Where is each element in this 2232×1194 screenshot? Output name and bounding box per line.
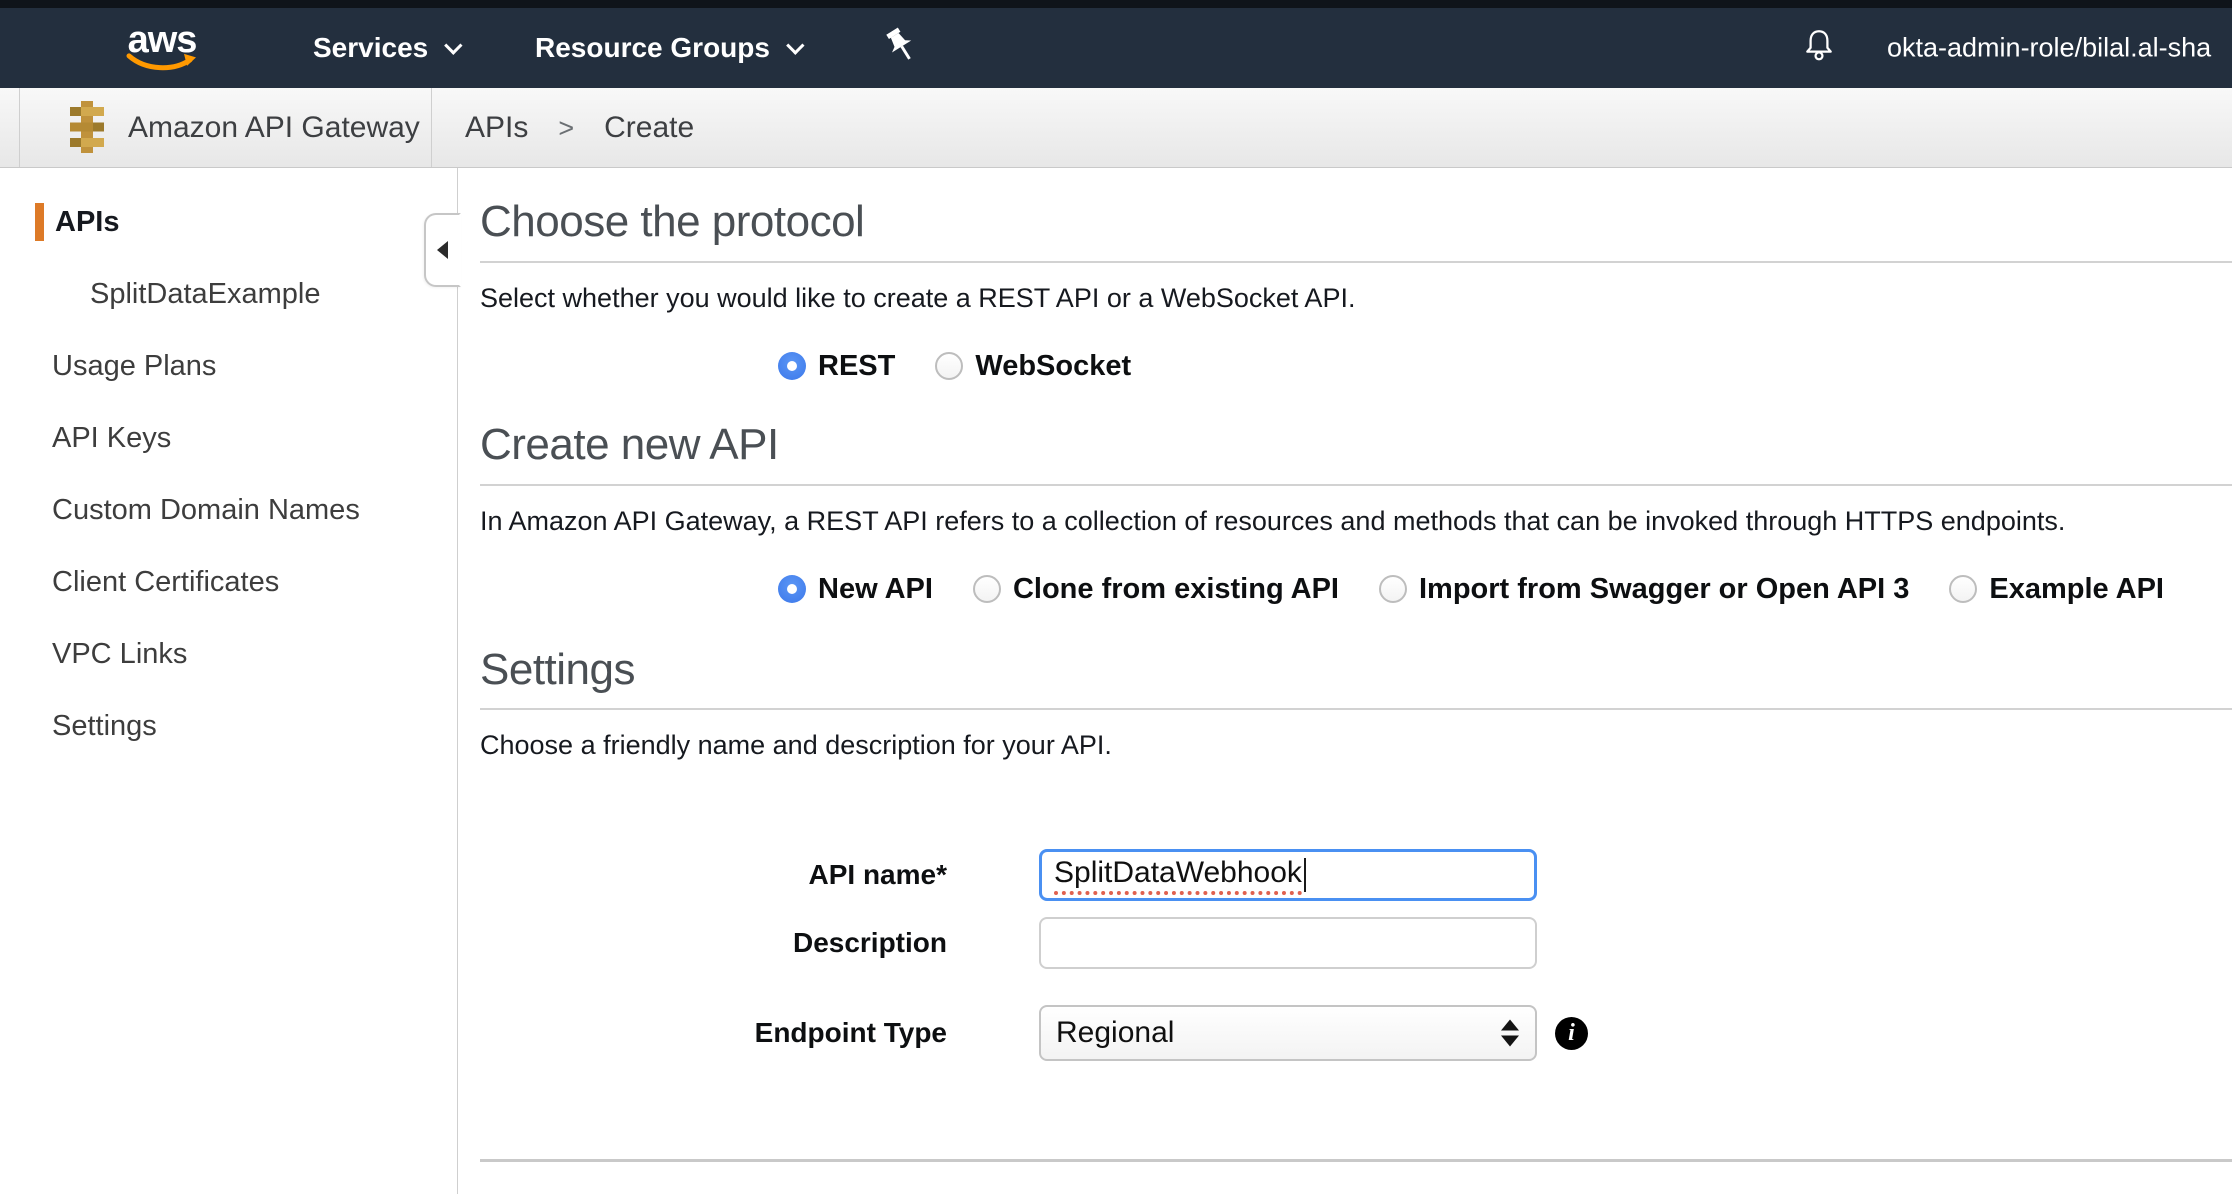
active-accent-bar [35, 203, 44, 241]
breadcrumb-item-create: Create [604, 111, 694, 145]
api-name-value: SplitDataWebhook [1054, 856, 1302, 895]
breadcrumb-item-apis[interactable]: APIs [465, 111, 528, 145]
divider [480, 1159, 2232, 1162]
account-role-menu[interactable]: okta-admin-role/bilal.al-sha [1887, 33, 2211, 64]
radio-label: Clone from existing API [1013, 573, 1339, 606]
api-settings-form: API name* SplitDataWebhook Description E… [480, 849, 2232, 1061]
aws-smile-icon [126, 53, 198, 73]
settings-section-description: Choose a friendly name and description f… [480, 730, 2232, 761]
radio-unselected-icon[interactable] [973, 575, 1001, 603]
api-gateway-icon [64, 101, 110, 158]
sidebar-item-apis[interactable]: APIs [0, 186, 457, 258]
description-row: Description [480, 917, 2232, 969]
radio-unselected-icon[interactable] [1379, 575, 1407, 603]
sidebar-item-settings[interactable]: Settings [0, 690, 457, 762]
resource-groups-menu-label: Resource Groups [535, 32, 770, 64]
breadcrumb-service-name[interactable]: Amazon API Gateway [128, 88, 420, 168]
breadcrumb-separator: > [558, 113, 574, 144]
breadcrumb-bar: Amazon API Gateway APIs > Create [0, 88, 2232, 168]
endpoint-type-label: Endpoint Type [480, 1017, 947, 1049]
info-glyph: i [1568, 1020, 1575, 1047]
services-menu[interactable]: Services [313, 32, 457, 64]
sidebar-item-label: SplitDataExample [90, 278, 321, 311]
radio-label: WebSocket [975, 350, 1131, 383]
breadcrumb: APIs > Create [465, 88, 694, 168]
description-input[interactable] [1039, 917, 1537, 969]
divider [480, 708, 2232, 710]
create-api-radio-group: New API Clone from existing API Import f… [778, 573, 2232, 606]
create-section-description: In Amazon API Gateway, a REST API refers… [480, 506, 2232, 537]
radio-import-swagger[interactable]: Import from Swagger or Open API 3 [1379, 573, 1909, 606]
radio-selected-icon[interactable] [778, 575, 806, 603]
bell-icon[interactable] [1801, 27, 1837, 70]
sidebar-item-label: Client Certificates [52, 566, 279, 599]
resource-groups-menu[interactable]: Resource Groups [535, 32, 799, 64]
aws-logo-text: aws [128, 23, 197, 57]
sidebar-item-label: Usage Plans [52, 350, 216, 383]
protocol-section-title: Choose the protocol [480, 196, 2232, 249]
chevron-down-icon [786, 36, 804, 54]
api-name-label: API name* [480, 859, 947, 891]
sidebar: APIs SplitDataExample Usage Plans API Ke… [0, 168, 458, 1194]
api-name-input[interactable]: SplitDataWebhook [1039, 849, 1537, 901]
sidebar-collapse-button[interactable] [424, 213, 461, 287]
radio-unselected-icon[interactable] [935, 352, 963, 380]
radio-label: New API [818, 573, 933, 606]
radio-selected-icon[interactable] [778, 352, 806, 380]
sidebar-item-splitdataexample[interactable]: SplitDataExample [0, 258, 457, 330]
create-section-title: Create new API [480, 419, 2232, 472]
radio-label: REST [818, 350, 895, 383]
radio-label: Example API [1989, 573, 2164, 606]
sidebar-item-label: API Keys [52, 422, 171, 455]
api-name-row: API name* SplitDataWebhook [480, 849, 2232, 901]
services-menu-label: Services [313, 32, 428, 64]
radio-new-api[interactable]: New API [778, 573, 933, 606]
divider [480, 484, 2232, 486]
settings-section-title: Settings [480, 644, 2232, 697]
sidebar-item-vpc-links[interactable]: VPC Links [0, 618, 457, 690]
endpoint-type-select[interactable]: Regional [1039, 1005, 1537, 1061]
protocol-radio-group: REST WebSocket [778, 350, 2232, 383]
sidebar-item-label: VPC Links [52, 638, 187, 671]
sidebar-item-label: Settings [52, 710, 157, 743]
main-content: Choose the protocol Select whether you w… [459, 168, 2232, 1194]
select-stepper-icon [1501, 1020, 1519, 1047]
protocol-section-description: Select whether you would like to create … [480, 283, 2232, 314]
radio-example-api[interactable]: Example API [1949, 573, 2164, 606]
text-cursor [1304, 858, 1306, 892]
divider [431, 88, 432, 167]
pushpin-icon[interactable] [886, 29, 916, 68]
description-label: Description [480, 927, 947, 959]
chevron-down-icon [444, 36, 462, 54]
sidebar-item-custom-domain-names[interactable]: Custom Domain Names [0, 474, 457, 546]
radio-label: Import from Swagger or Open API 3 [1419, 573, 1909, 606]
radio-clone-existing[interactable]: Clone from existing API [973, 573, 1339, 606]
info-icon[interactable]: i [1555, 1017, 1588, 1050]
sidebar-item-api-keys[interactable]: API Keys [0, 402, 457, 474]
radio-websocket[interactable]: WebSocket [935, 350, 1131, 383]
sidebar-item-client-certificates[interactable]: Client Certificates [0, 546, 457, 618]
aws-logo[interactable]: aws [126, 23, 198, 73]
endpoint-type-row: Endpoint Type Regional i [480, 1005, 2232, 1061]
top-navigation-bar: aws Services Resource Groups [0, 0, 2232, 88]
endpoint-type-value: Regional [1056, 1016, 1174, 1050]
chevron-left-icon [437, 241, 448, 259]
divider [19, 88, 20, 167]
sidebar-item-label: Custom Domain Names [52, 494, 360, 527]
divider [480, 261, 2232, 263]
radio-unselected-icon[interactable] [1949, 575, 1977, 603]
radio-rest[interactable]: REST [778, 350, 895, 383]
sidebar-item-usage-plans[interactable]: Usage Plans [0, 330, 457, 402]
sidebar-item-label: APIs [55, 206, 119, 239]
